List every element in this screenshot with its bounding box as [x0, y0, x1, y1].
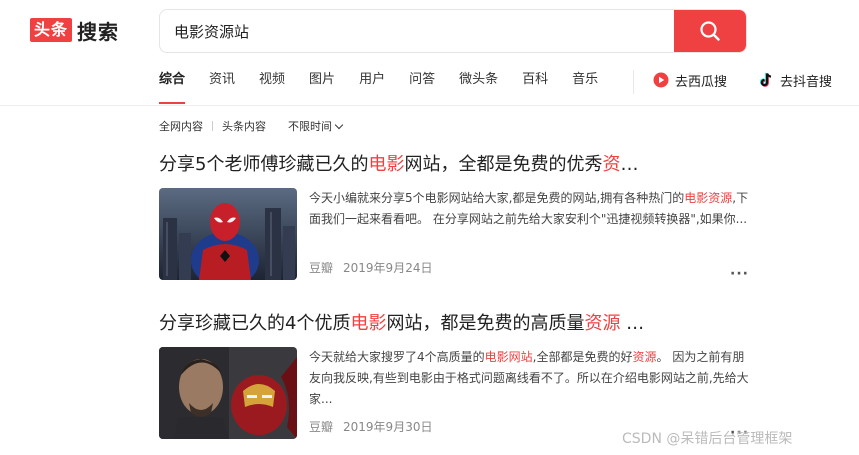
tab-news[interactable]: 资讯: [209, 66, 235, 106]
logo-badge: 头条: [30, 18, 73, 42]
filter-all-web[interactable]: 全网内容: [159, 118, 203, 134]
search-bar: [159, 9, 747, 53]
result-meta: 豆瓣 2019年9月24日: [309, 259, 749, 276]
tab-comprehensive[interactable]: 综合: [159, 66, 186, 106]
csdn-watermark: CSDN @呆错后台管理框架: [622, 431, 793, 447]
result-source[interactable]: 豆瓣: [309, 418, 333, 435]
title-highlight: 资: [602, 154, 621, 175]
title-highlight: 电影: [350, 313, 387, 334]
douyin-icon: [758, 72, 774, 88]
snippet-highlight: 电影网站: [484, 350, 533, 364]
filter-separator: [212, 121, 213, 131]
title-text: 分享珍藏已久的4个优质: [159, 313, 351, 334]
search-result: 分享5个老师傅珍藏已久的电影网站，全都是免费的优秀资… 今天小编就来分享5个电影…: [159, 152, 749, 282]
go-douyin-label: 去抖音搜: [780, 74, 833, 90]
tab-qa[interactable]: 问答: [409, 66, 435, 106]
tab-micro-posts[interactable]: 微头条: [459, 66, 498, 106]
result-snippet: 今天就给大家搜罗了4个高质量的电影网站,全部都是免费的好资源。 因为之前有朋友向…: [309, 347, 749, 410]
tab-images[interactable]: 图片: [309, 66, 335, 106]
result-source[interactable]: 豆瓣: [309, 259, 333, 276]
tab-video[interactable]: 视频: [259, 66, 285, 106]
go-xigua-label: 去西瓜搜: [675, 74, 728, 90]
header-divider: [0, 105, 859, 106]
result-date: 2019年9月24日: [343, 261, 433, 275]
snippet-text: ,全部都是免费的好: [532, 350, 633, 364]
search-input[interactable]: [160, 10, 674, 52]
title-text: 网站，全都是免费的优秀: [404, 154, 603, 175]
search-icon: [700, 21, 720, 41]
snippet-text: 今天小编就来分享5个电影网站给大家,都是免费的网站,拥有各种热门的: [309, 191, 685, 205]
snippet-text: 今天就给大家搜罗了4个高质量的: [309, 350, 485, 364]
snippet-highlight: 资源: [632, 350, 657, 364]
result-date: 2019年9月30日: [343, 420, 433, 434]
title-text: …: [620, 154, 639, 175]
more-options-icon[interactable]: ···: [730, 266, 749, 282]
search-result: 分享珍藏已久的4个优质电影网站，都是免费的高质量资源 … 今天就给大家搜罗了4个…: [159, 311, 749, 441]
chevron-down-icon: [334, 120, 344, 129]
toutiao-logo[interactable]: 头条 搜索: [30, 17, 120, 44]
result-title-link[interactable]: 分享5个老师傅珍藏已久的电影网站，全都是免费的优秀资…: [159, 152, 749, 178]
nav-separator: [633, 70, 634, 94]
filter-time-label: 不限时间: [288, 120, 332, 133]
result-thumbnail-spiderman[interactable]: [159, 188, 297, 280]
go-douyin-search-link[interactable]: 去抖音搜: [758, 66, 832, 94]
tab-wiki[interactable]: 百科: [522, 66, 548, 106]
logo-text: 搜索: [77, 19, 120, 44]
filter-toutiao-content[interactable]: 头条内容: [222, 118, 266, 134]
search-tabs: 综合 资讯 视频 图片 用户 问答 微头条 百科 音乐: [159, 66, 622, 106]
tab-users[interactable]: 用户: [359, 66, 385, 106]
title-text: 分享5个老师傅珍藏已久的: [159, 154, 369, 175]
snippet-highlight: 电影资源: [684, 191, 733, 205]
filter-time-dropdown[interactable]: 不限时间: [288, 118, 344, 134]
title-highlight: 电影: [368, 154, 405, 175]
title-text: …: [620, 313, 645, 334]
xigua-icon: [653, 72, 669, 88]
go-xigua-search-link[interactable]: 去西瓜搜: [653, 66, 727, 94]
filter-bar: 全网内容 头条内容 不限时间: [159, 118, 344, 134]
title-highlight: 资源: [584, 313, 621, 334]
tab-music[interactable]: 音乐: [572, 66, 598, 106]
search-button[interactable]: [674, 10, 746, 52]
result-snippet: 今天小编就来分享5个电影网站给大家,都是免费的网站,拥有各种热门的电影资源,下面…: [309, 188, 749, 251]
result-thumbnail-ironman[interactable]: [159, 347, 297, 439]
result-title-link[interactable]: 分享珍藏已久的4个优质电影网站，都是免费的高质量资源 …: [159, 311, 749, 337]
title-text: 网站，都是免费的高质量: [386, 313, 585, 334]
